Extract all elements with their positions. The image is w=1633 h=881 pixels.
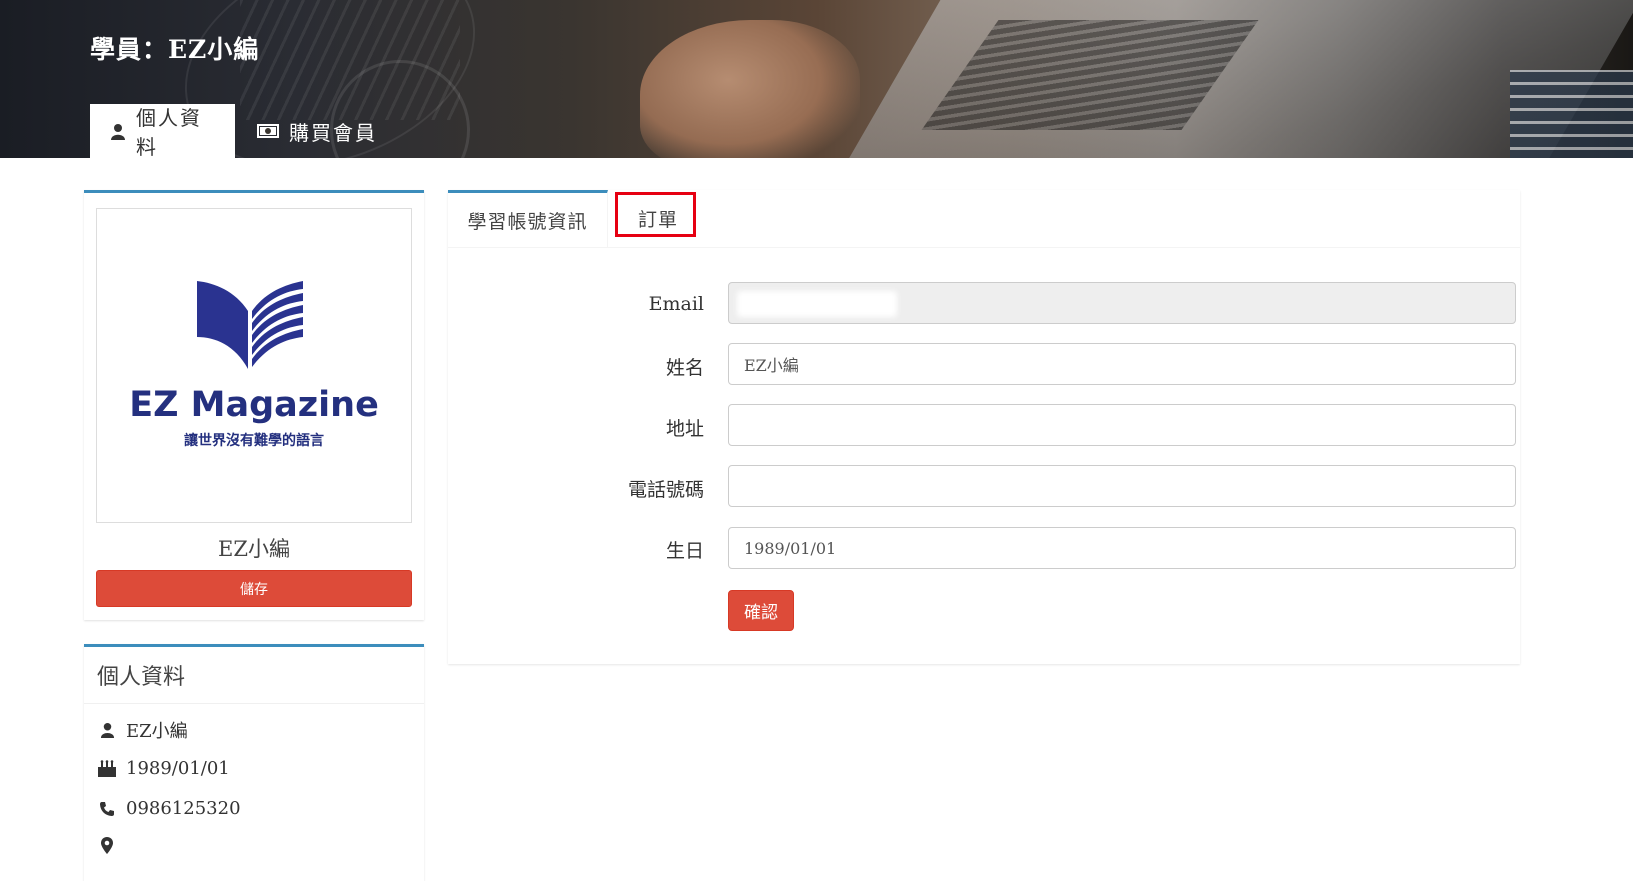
map-marker-icon (96, 837, 118, 854)
profile-card: EZ Magazine 讓世界沒有難學的語言 EZ小編 儲存 (84, 190, 424, 620)
logo-wordmark: EZ Magazine (129, 385, 379, 425)
info-row-name: EZ小編 (96, 717, 188, 743)
tab-personal-info[interactable]: 個人資料 (90, 104, 235, 158)
tab-buy-membership[interactable]: 購買會員 (237, 104, 397, 158)
tab-account-info[interactable]: 學習帳號資訊 (448, 190, 608, 247)
highlight-annotation (615, 192, 696, 237)
save-button[interactable]: 儲存 (96, 570, 412, 607)
info-row-address (96, 837, 126, 854)
profile-name: EZ小編 (218, 537, 290, 561)
profile-avatar: EZ Magazine 讓世界沒有難學的語言 (96, 208, 412, 523)
info-row-birthday: 1989/01/01 (96, 758, 230, 779)
divider (84, 703, 424, 704)
account-panel: 學習帳號資訊 訂單 Email 姓名 EZ小編 地址 電話號碼 生日 1989/… (448, 190, 1520, 664)
email-field[interactable] (728, 282, 1516, 324)
name-label: 姓名 (665, 357, 704, 379)
tabs-divider (448, 247, 1520, 248)
info-card-title: 個人資料 (97, 665, 186, 690)
birthday-field[interactable]: 1989/01/01 (728, 527, 1516, 569)
info-row-phone: 0986125320 (96, 798, 241, 819)
phone-icon (96, 801, 118, 817)
phone-label: 電話號碼 (627, 479, 704, 501)
page-title: 學員：EZ小編 (90, 35, 260, 64)
banner-hand-image (640, 20, 860, 158)
birthday-label: 生日 (665, 540, 704, 562)
email-label: Email (648, 293, 704, 315)
birthday-value: 1989/01/01 (744, 538, 837, 558)
user-icon (110, 123, 126, 140)
personal-info-card: 個人資料 EZ小編 1989/01/01 0986125320 (84, 644, 424, 881)
confirm-button[interactable]: 確認 (728, 590, 794, 631)
info-birthday-value: 1989/01/01 (126, 758, 230, 779)
tab-label: 個人資料 (136, 106, 202, 158)
info-phone-value: 0986125320 (126, 798, 241, 819)
address-label: 地址 (665, 418, 704, 440)
info-name-value: EZ小編 (126, 721, 188, 742)
money-bill-icon (257, 124, 279, 138)
name-value: EZ小編 (744, 356, 799, 375)
phone-field[interactable] (728, 465, 1516, 507)
tab-label: 購買會員 (289, 120, 377, 145)
user-icon (96, 722, 118, 738)
redacted-email (737, 291, 897, 317)
banner-books-image (1510, 70, 1633, 158)
header-banner: 學員：EZ小編 個人資料 購買會員 (0, 0, 1633, 158)
book-logo-icon (197, 281, 303, 369)
address-field[interactable] (728, 404, 1516, 446)
logo-slogan: 讓世界沒有難學的語言 (184, 433, 324, 449)
birthday-cake-icon (96, 759, 118, 778)
banner-decoration (240, 0, 460, 120)
name-field[interactable]: EZ小編 (728, 343, 1516, 385)
